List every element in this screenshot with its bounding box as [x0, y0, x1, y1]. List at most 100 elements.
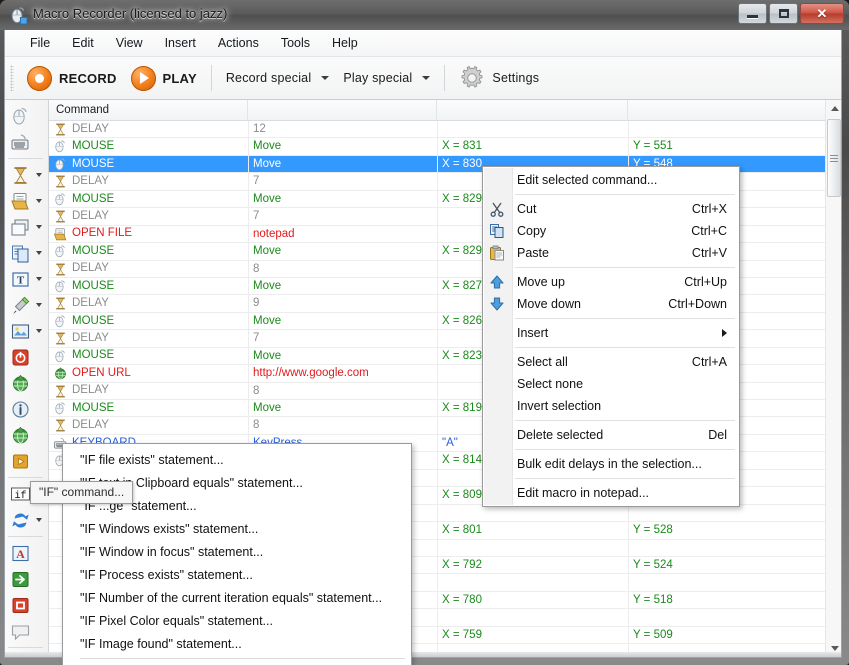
- chevron-down-icon[interactable]: [36, 518, 42, 522]
- menu-item-help[interactable]: Help: [321, 32, 369, 54]
- command-label: MOUSE: [72, 400, 114, 417]
- minimize-button[interactable]: [738, 3, 767, 24]
- triangle-down-icon: [831, 646, 839, 651]
- column-header-4[interactable]: [628, 100, 825, 120]
- context-menu-item-edit-selected-command[interactable]: Edit selected command...: [483, 169, 739, 191]
- if-menu-item-6[interactable]: "IF Number of the current iteration equa…: [63, 586, 411, 609]
- chevron-down-icon[interactable]: [36, 173, 42, 177]
- if-menu-item-4[interactable]: "IF Window in focus" statement...: [63, 540, 411, 563]
- record-special-button[interactable]: Record special: [219, 68, 336, 88]
- cell-value: Move: [248, 313, 437, 330]
- chevron-down-icon[interactable]: [36, 225, 42, 229]
- cell-y: Y = 518: [628, 592, 818, 609]
- context-menu-item-move-down[interactable]: Move downCtrl+Down: [483, 293, 739, 315]
- command-label: MOUSE: [72, 243, 114, 260]
- cell-x: [437, 574, 628, 591]
- column-header-command[interactable]: Command: [49, 100, 248, 120]
- menu-item-label: Bulk edit delays in the selection...: [517, 457, 702, 471]
- toolbar-grip[interactable]: [10, 65, 14, 91]
- menu-item-actions[interactable]: Actions: [207, 32, 270, 54]
- context-menu-item-bulk-edit-delays-in-the-selection[interactable]: Bulk edit delays in the selection...: [483, 453, 739, 475]
- menu-item-edit[interactable]: Edit: [61, 32, 105, 54]
- rail-button-delay-hourglass[interactable]: [5, 162, 48, 188]
- menu-item-insert[interactable]: Insert: [154, 32, 207, 54]
- rail-button-open-file[interactable]: [5, 188, 48, 214]
- rail-button-stop[interactable]: [5, 592, 48, 618]
- rail-button-loop-repeat[interactable]: [5, 507, 48, 533]
- if-menu-item-0[interactable]: "IF file exists" statement...: [63, 448, 411, 471]
- context-menu-item-paste[interactable]: PasteCtrl+V: [483, 242, 739, 264]
- play-special-label: Play special: [343, 71, 412, 85]
- record-button[interactable]: RECORD: [20, 63, 124, 94]
- list-header: Command: [49, 100, 842, 121]
- vertical-scrollbar[interactable]: [825, 100, 842, 657]
- rail-button-image-search[interactable]: [5, 318, 48, 344]
- rail-button-clipboard-copy[interactable]: [5, 240, 48, 266]
- close-button[interactable]: ✕: [800, 3, 844, 24]
- table-row[interactable]: MOUSEMoveX = 831Y = 551: [49, 138, 842, 155]
- context-menu-item-move-up[interactable]: Move upCtrl+Up: [483, 271, 739, 293]
- if-menu-item-5[interactable]: "IF Process exists" statement...: [63, 563, 411, 586]
- column-header-3[interactable]: [437, 100, 628, 120]
- scroll-up-button[interactable]: [826, 100, 842, 117]
- column-header-2[interactable]: [248, 100, 437, 120]
- rail-button-window[interactable]: [5, 214, 48, 240]
- if-menu-item-7[interactable]: "IF Pixel Color equals" statement...: [63, 609, 411, 632]
- rail-button-goto-arrow[interactable]: [5, 566, 48, 592]
- rail-button-font-text[interactable]: A: [5, 540, 48, 566]
- if-menu-item-8[interactable]: "IF Image found" statement...: [63, 632, 411, 655]
- context-menu-item-cut[interactable]: CutCtrl+X: [483, 198, 739, 220]
- if-command-menu[interactable]: "IF file exists" statement..."IF text in…: [62, 443, 412, 665]
- goto-arrow-icon: [10, 569, 31, 590]
- rail-button-run-program[interactable]: [5, 448, 48, 474]
- table-row[interactable]: DELAY12: [49, 121, 842, 138]
- comment-icon: [10, 621, 31, 642]
- title-bar[interactable]: Macro Recorder (licensed to jazz) ✕: [0, 0, 849, 30]
- open-url-icon: [53, 366, 68, 381]
- rail-separator: [8, 477, 43, 478]
- cell-x: X = 801: [437, 522, 628, 539]
- chevron-down-icon[interactable]: [36, 303, 42, 307]
- context-menu[interactable]: Edit selected command... CutCtrl+XCopyCtr…: [482, 166, 740, 507]
- cell-value: notepad: [248, 226, 437, 243]
- menu-item-file[interactable]: File: [19, 32, 61, 54]
- context-menu-item-invert-selection[interactable]: Invert selection: [483, 395, 739, 417]
- if-menu-item-3[interactable]: "IF Windows exists" statement...: [63, 517, 411, 540]
- cell-command: DELAY: [49, 121, 247, 138]
- context-menu-item-delete-selected[interactable]: Delete selectedDel: [483, 424, 739, 446]
- context-menu-item-select-all[interactable]: Select allCtrl+A: [483, 351, 739, 373]
- rail-button-open-url[interactable]: [5, 370, 48, 396]
- rail-button-web-globe[interactable]: [5, 422, 48, 448]
- rail-button-shutdown[interactable]: [5, 344, 48, 370]
- toolbar-separator-2: [444, 65, 445, 91]
- mouse-icon: [53, 157, 68, 172]
- menu-item-view[interactable]: View: [105, 32, 154, 54]
- maximize-button[interactable]: [769, 3, 798, 24]
- rail-button-color-picker[interactable]: [5, 292, 48, 318]
- chevron-down-icon[interactable]: [36, 329, 42, 333]
- context-menu-item-copy[interactable]: CopyCtrl+C: [483, 220, 739, 242]
- context-menu-item-insert[interactable]: Insert: [483, 322, 739, 344]
- rail-button-mouse[interactable]: [5, 103, 48, 129]
- play-special-button[interactable]: Play special: [336, 68, 437, 88]
- rail-separator: [8, 158, 43, 159]
- chevron-down-icon[interactable]: [36, 199, 42, 203]
- menu-item-tools[interactable]: Tools: [270, 32, 321, 54]
- settings-button[interactable]: Settings: [452, 62, 546, 94]
- cell-x: [437, 609, 628, 626]
- play-button[interactable]: PLAY: [124, 63, 204, 94]
- rail-button-comment[interactable]: [5, 618, 48, 644]
- open-file-icon: [10, 191, 31, 212]
- cell-value: http://www.google.com: [248, 365, 437, 382]
- chevron-down-icon[interactable]: [36, 277, 42, 281]
- cell-value: 7: [248, 330, 437, 347]
- rail-button-info[interactable]: [5, 396, 48, 422]
- color-picker-icon: [10, 295, 31, 316]
- rail-button-text-input[interactable]: T: [5, 266, 48, 292]
- scrollbar-thumb[interactable]: [827, 119, 841, 197]
- rail-button-keyboard[interactable]: [5, 129, 48, 155]
- menu-item-label: Edit selected command...: [517, 173, 657, 187]
- context-menu-item-select-none[interactable]: Select none: [483, 373, 739, 395]
- context-menu-item-edit-macro-in-notepad[interactable]: Edit macro in notepad...: [483, 482, 739, 504]
- chevron-down-icon[interactable]: [36, 251, 42, 255]
